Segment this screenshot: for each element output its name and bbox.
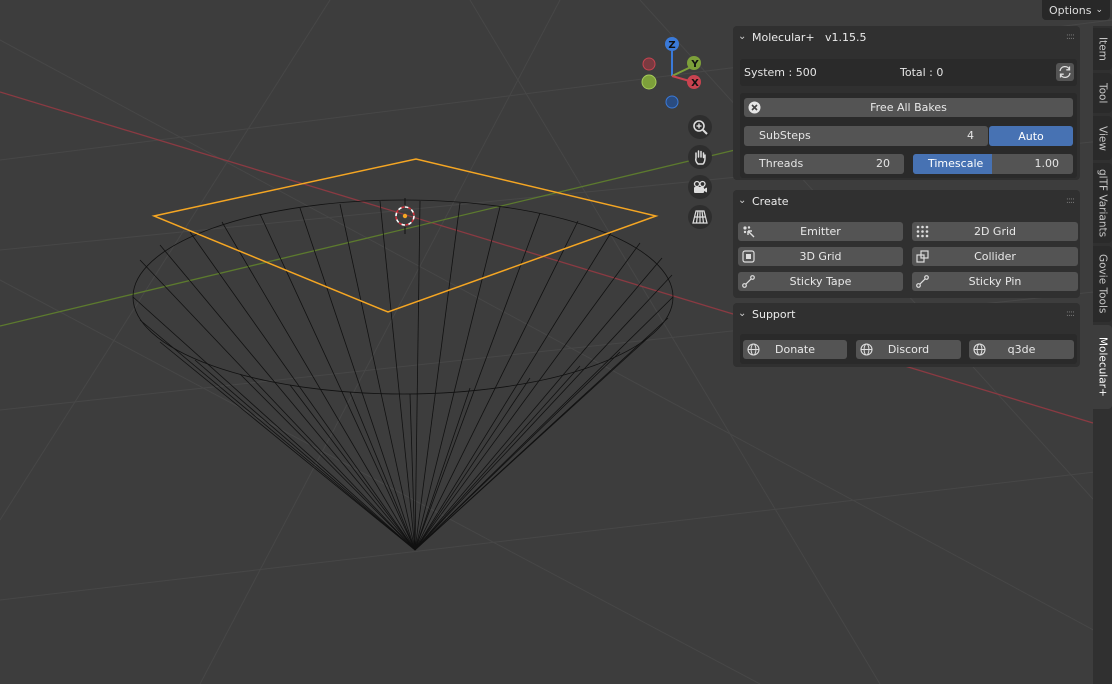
q3de-button[interactable]: q3de bbox=[969, 340, 1074, 359]
system-count: System : 500 bbox=[744, 66, 817, 79]
total-count: Total : 0 bbox=[900, 66, 944, 79]
hand-icon bbox=[695, 150, 706, 165]
substeps-field[interactable]: SubSteps 4 bbox=[744, 126, 988, 146]
camera-view-button[interactable] bbox=[688, 175, 712, 199]
y-axis-line bbox=[0, 149, 736, 327]
chevron-down-icon: ⌄ bbox=[738, 195, 747, 206]
2d-grid-button[interactable]: 2D Grid bbox=[912, 222, 1078, 241]
selected-plane[interactable] bbox=[151, 158, 659, 313]
gizmo-z-label: Z bbox=[668, 40, 675, 51]
tab-govie-tools-label: Govie Tools bbox=[1096, 254, 1109, 314]
globe-icon bbox=[860, 343, 873, 356]
tab-view-label: View bbox=[1096, 125, 1109, 151]
gizmo-y-label: Y bbox=[690, 59, 699, 70]
zoom-button[interactable] bbox=[688, 115, 712, 139]
zoom-icon bbox=[693, 120, 708, 135]
tab-gltf-variants[interactable]: glTF Variants bbox=[1093, 163, 1112, 243]
tab-view[interactable]: View bbox=[1093, 116, 1112, 160]
sticky-tape-label: Sticky Tape bbox=[789, 275, 852, 288]
threads-label: Threads bbox=[759, 157, 804, 170]
emitter-icon bbox=[743, 226, 755, 238]
3d-grid-label: 3D Grid bbox=[799, 250, 842, 263]
emitter-label: Emitter bbox=[800, 225, 841, 238]
discord-button[interactable]: Discord bbox=[856, 340, 961, 359]
tab-molecular-plus[interactable]: Molecular+ bbox=[1093, 325, 1112, 409]
chevron-down-icon: ⌄ bbox=[738, 308, 747, 319]
pan-button[interactable] bbox=[688, 145, 712, 169]
molecular-panel: ⌄ Molecular+ v1.15.5 :::: System : 500 T… bbox=[733, 26, 1080, 180]
discord-label: Discord bbox=[887, 343, 930, 356]
free-all-bakes-button[interactable]: Free All Bakes bbox=[744, 98, 1073, 117]
perspective-toggle-button[interactable] bbox=[688, 205, 712, 229]
sticky-pin-icon bbox=[916, 275, 929, 288]
emitter-button[interactable]: Emitter bbox=[738, 222, 903, 241]
tab-tool-label: Tool bbox=[1096, 82, 1109, 104]
cone-mesh bbox=[132, 199, 674, 551]
close-circle-icon bbox=[748, 101, 761, 114]
donate-button[interactable]: Donate bbox=[743, 340, 847, 359]
sticky-tape-button[interactable]: Sticky Tape bbox=[738, 272, 903, 291]
globe-icon bbox=[973, 343, 986, 356]
support-panel: ⌄ Support :::: Donate Discord q3de bbox=[733, 303, 1080, 367]
create-panel: ⌄ Create :::: Emitter 2D Grid 3D Grid Co… bbox=[733, 190, 1080, 298]
drag-grip-icon[interactable]: :::: bbox=[1066, 32, 1075, 42]
tab-item[interactable]: Item bbox=[1093, 28, 1112, 70]
options-dropdown[interactable]: Options ⌄ bbox=[1042, 0, 1110, 20]
3d-grid-icon bbox=[742, 250, 755, 263]
create-title: Create bbox=[752, 195, 789, 208]
free-all-bakes-label: Free All Bakes bbox=[870, 101, 947, 114]
substeps-label: SubSteps bbox=[759, 129, 811, 142]
timescale-label: Timescale bbox=[928, 157, 984, 170]
molecular-title: Molecular+ bbox=[752, 31, 815, 44]
chevron-down-icon: ⌄ bbox=[1095, 5, 1103, 15]
system-info-box: System : 500 Total : 0 bbox=[740, 59, 1077, 86]
drag-grip-icon[interactable]: :::: bbox=[1066, 309, 1075, 319]
threads-value: 20 bbox=[876, 157, 890, 170]
refresh-icon bbox=[1059, 65, 1071, 79]
collider-button[interactable]: Collider bbox=[912, 247, 1078, 266]
tab-molecular-plus-label: Molecular+ bbox=[1096, 337, 1109, 397]
sticky-tape-icon bbox=[742, 275, 755, 288]
refresh-button[interactable] bbox=[1056, 63, 1074, 81]
2d-grid-label: 2D Grid bbox=[973, 225, 1017, 238]
globe-icon bbox=[747, 343, 760, 356]
substeps-value: 4 bbox=[967, 129, 974, 142]
tab-item-label: Item bbox=[1096, 37, 1109, 61]
auto-toggle-button[interactable]: Auto bbox=[989, 126, 1073, 146]
camera-icon bbox=[693, 180, 707, 193]
tab-tool[interactable]: Tool bbox=[1093, 73, 1112, 113]
sidebar-tab-strip: Item Tool View glTF Variants Govie Tools… bbox=[1093, 26, 1112, 684]
support-panel-header[interactable]: ⌄ Support :::: bbox=[733, 303, 1080, 327]
chevron-down-icon: ⌄ bbox=[738, 31, 747, 42]
sticky-pin-button[interactable]: Sticky Pin bbox=[912, 272, 1078, 291]
q3de-label: q3de bbox=[1007, 343, 1036, 356]
molecular-panel-header[interactable]: ⌄ Molecular+ v1.15.5 :::: bbox=[733, 26, 1080, 50]
timescale-field[interactable]: Timescale 1.00 bbox=[913, 154, 1073, 174]
grid-perspective-icon bbox=[692, 210, 708, 224]
gizmo-x-label: X bbox=[691, 78, 699, 89]
tab-govie-tools[interactable]: Govie Tools bbox=[1093, 246, 1112, 322]
collider-label: Collider bbox=[974, 250, 1016, 263]
options-label: Options bbox=[1049, 3, 1092, 17]
sticky-pin-label: Sticky Pin bbox=[968, 275, 1022, 288]
auto-label: Auto bbox=[1018, 129, 1044, 143]
molecular-version: v1.15.5 bbox=[825, 31, 867, 44]
dot-grid-icon bbox=[916, 225, 929, 238]
threads-field[interactable]: Threads 20 bbox=[744, 154, 904, 174]
drag-grip-icon[interactable]: :::: bbox=[1066, 196, 1075, 206]
tab-gltf-variants-label: glTF Variants bbox=[1096, 168, 1109, 238]
create-panel-header[interactable]: ⌄ Create :::: bbox=[733, 190, 1080, 214]
timescale-value: 1.00 bbox=[1034, 157, 1060, 170]
support-title: Support bbox=[752, 308, 796, 321]
collider-icon bbox=[916, 250, 929, 263]
3d-grid-button[interactable]: 3D Grid bbox=[738, 247, 903, 266]
donate-label: Donate bbox=[775, 343, 815, 356]
